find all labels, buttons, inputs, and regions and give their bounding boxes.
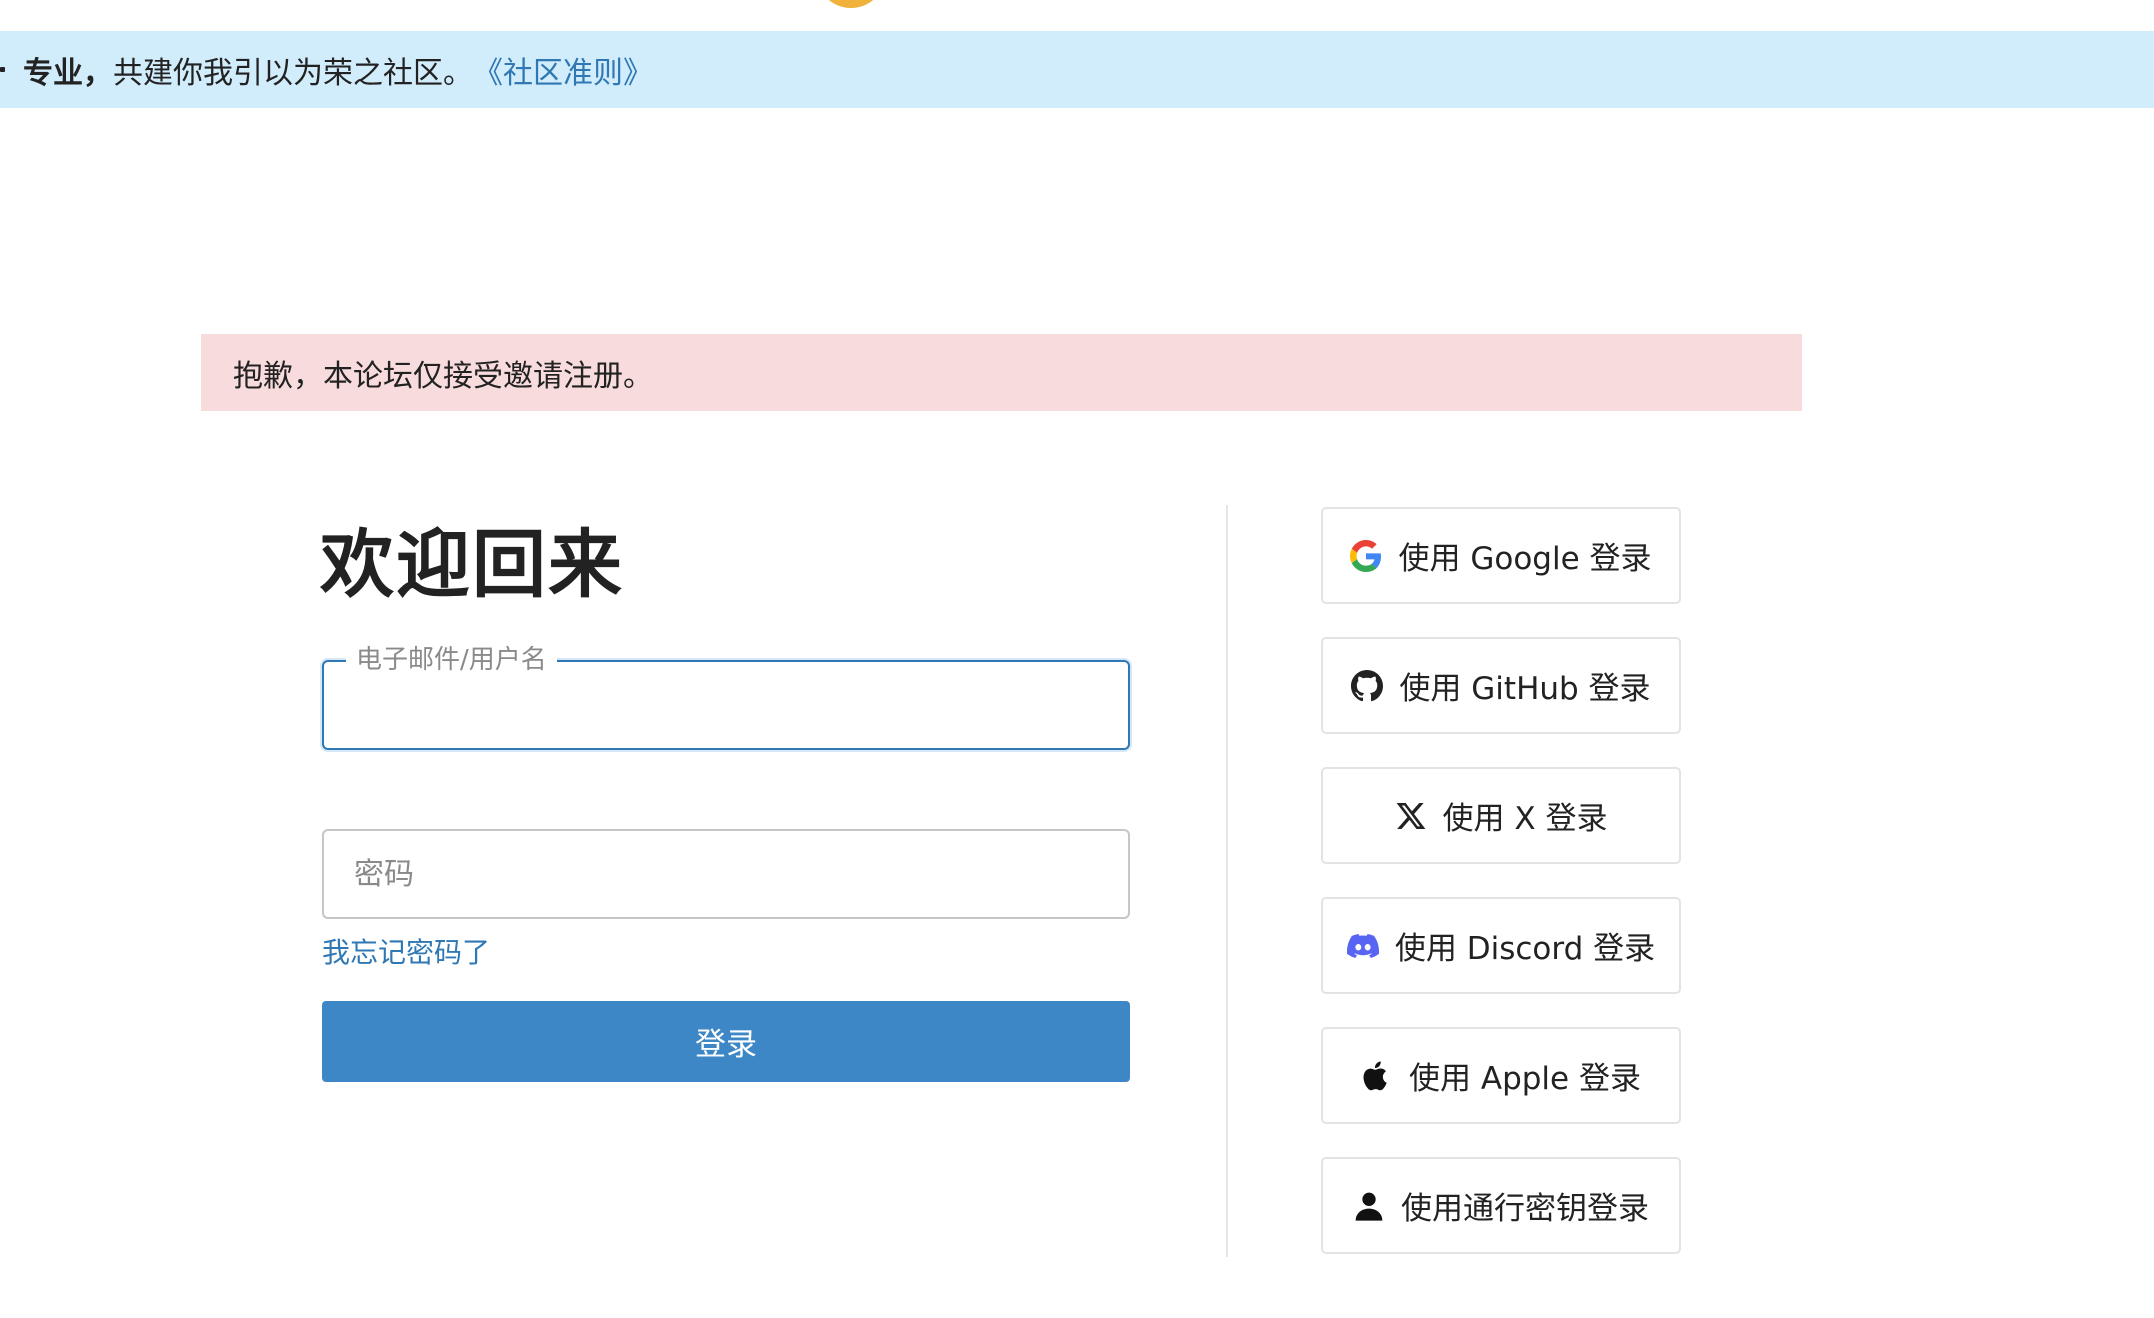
forgot-password-link[interactable]: 我忘记密码了 <box>322 931 490 971</box>
passkey-login-button[interactable]: 使用通行密钥登录 <box>1321 1157 1681 1254</box>
discord-icon <box>1346 930 1379 962</box>
google-login-label: 使用 Google 登录 <box>1398 541 1652 577</box>
apple-icon <box>1361 1060 1393 1092</box>
password-input[interactable] <box>324 831 1128 917</box>
page-title: 欢迎回来 <box>320 522 624 608</box>
x-login-button[interactable]: 使用 X 登录 <box>1321 767 1681 864</box>
email-username-field[interactable]: 电子邮件/用户名 <box>322 640 1130 750</box>
x-login-label: 使用 X 登录 <box>1442 801 1608 837</box>
vertical-divider <box>1226 505 1228 1257</box>
google-login-button[interactable]: 使用 Google 登录 <box>1321 507 1681 604</box>
github-login-label: 使用 GitHub 登录 <box>1399 671 1651 707</box>
community-guidelines-banner: 专业， 共建你我引以为荣之社区。 《社区准则》 <box>0 31 2154 108</box>
x-icon <box>1395 800 1427 832</box>
banner-text: 共建你我引以为荣之社区。 <box>113 55 473 91</box>
discord-login-button[interactable]: 使用 Discord 登录 <box>1321 897 1681 994</box>
apple-login-label: 使用 Apple 登录 <box>1409 1061 1641 1097</box>
google-icon <box>1350 539 1382 572</box>
banner-edge-mark <box>0 67 5 72</box>
discord-login-label: 使用 Discord 登录 <box>1394 931 1656 967</box>
password-field[interactable] <box>322 829 1130 919</box>
avatar[interactable] <box>818 0 884 8</box>
community-guidelines-link[interactable]: 《社区准则》 <box>473 48 653 92</box>
github-icon <box>1351 669 1384 702</box>
passkey-login-label: 使用通行密钥登录 <box>1401 1191 1649 1227</box>
invite-only-alert: 抱歉，本论坛仅接受邀请注册。 <box>201 334 1802 411</box>
login-button[interactable]: 登录 <box>322 1001 1130 1082</box>
apple-login-button[interactable]: 使用 Apple 登录 <box>1321 1027 1681 1124</box>
github-login-button[interactable]: 使用 GitHub 登录 <box>1321 637 1681 734</box>
user-icon <box>1353 1190 1385 1222</box>
banner-bold-text: 专业， <box>23 55 113 91</box>
email-username-label: 电子邮件/用户名 <box>346 640 557 680</box>
alert-text: 抱歉，本论坛仅接受邀请注册。 <box>233 358 653 394</box>
